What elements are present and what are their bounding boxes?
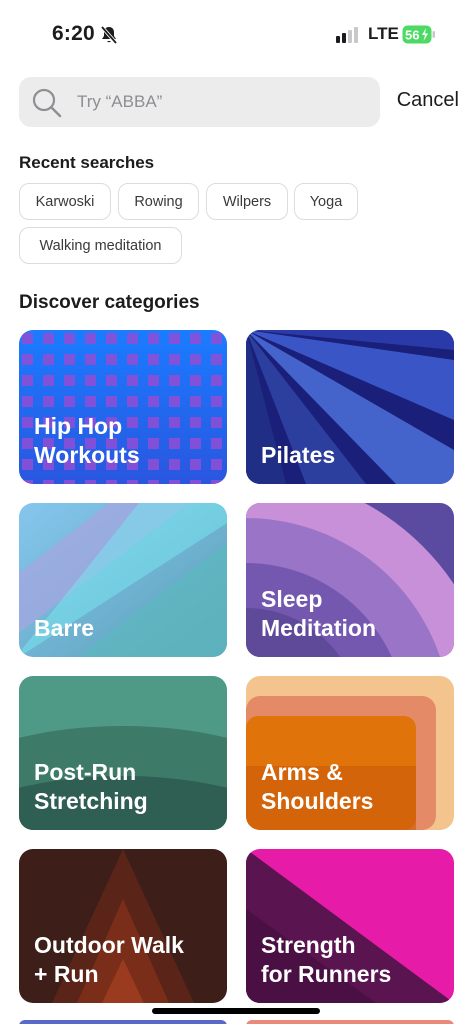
category-tile-outdoor-walk-run[interactable]: Outdoor Walk + Run	[19, 849, 227, 1003]
recent-search-chip[interactable]: Wilpers	[206, 183, 288, 220]
category-tile-peek	[246, 1020, 454, 1024]
recent-search-chip[interactable]: Yoga	[294, 183, 358, 220]
recent-search-chip[interactable]: Rowing	[118, 183, 199, 220]
search-box[interactable]	[19, 77, 380, 127]
category-label: Arms & Shoulders	[261, 759, 374, 814]
category-tile-strength-for-runners[interactable]: Strength for Runners	[246, 849, 454, 1003]
category-label: Strength for Runners	[261, 932, 392, 987]
discover-categories-title: Discover categories	[19, 292, 200, 313]
search-row: Cancel	[19, 77, 459, 127]
status-time: 6:20	[52, 22, 95, 45]
category-label: Pilates	[261, 442, 336, 468]
home-indicator	[152, 1008, 320, 1014]
cancel-button[interactable]: Cancel	[397, 89, 459, 112]
category-tile-sleep-meditation[interactable]: Sleep Meditation	[246, 503, 454, 657]
recent-searches-title: Recent searches	[19, 153, 155, 172]
battery-level: 56	[405, 28, 419, 43]
category-label: Hip Hop Workouts	[34, 413, 140, 468]
category-tile-barre[interactable]: Barre	[19, 503, 227, 657]
category-tile-arms-shoulders[interactable]: Arms & Shoulders	[246, 676, 454, 830]
category-tile-post-run-stretching[interactable]: Post-Run Stretching	[19, 676, 227, 830]
category-label: Outdoor Walk + Run	[34, 932, 184, 987]
status-bar: 6:20 LTE 56	[0, 0, 472, 70]
search-input[interactable]	[77, 77, 367, 127]
battery-icon: 56	[402, 25, 435, 44]
signal-icon	[336, 27, 358, 43]
category-label: Sleep Meditation	[261, 586, 376, 641]
network-label: LTE	[368, 24, 399, 43]
recent-search-chip[interactable]: Walking meditation	[19, 227, 182, 264]
category-tile-pilates[interactable]: Pilates	[246, 330, 454, 484]
bell-slash-icon	[100, 25, 118, 45]
category-tile-hip-hop-workouts[interactable]: Hip Hop Workouts	[19, 330, 227, 484]
category-label: Post-Run Stretching	[34, 759, 148, 814]
recent-search-chip[interactable]: Karwoski	[19, 183, 111, 220]
search-icon	[32, 88, 62, 118]
category-tile-peek	[19, 1020, 227, 1024]
category-label: Barre	[34, 615, 95, 641]
